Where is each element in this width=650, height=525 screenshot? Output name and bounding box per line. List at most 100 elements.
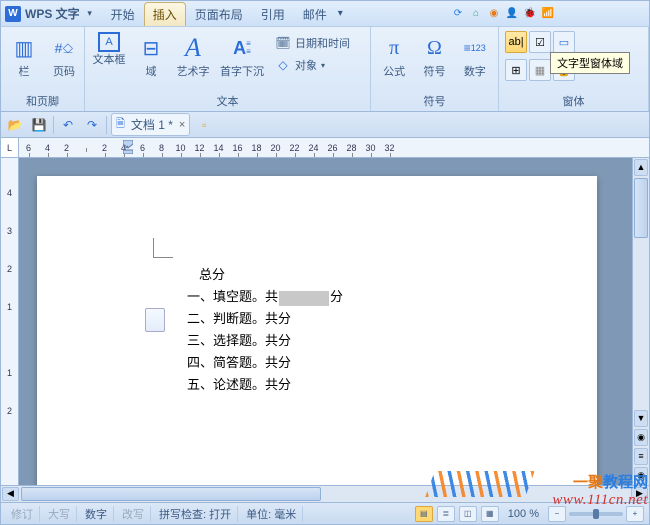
column-icon: ▥: [8, 32, 40, 64]
scroll-thumb-h[interactable]: [21, 487, 321, 501]
ruler-tick: 24: [304, 143, 323, 153]
number-button[interactable]: ≡123 数字: [456, 29, 494, 81]
view-print-layout[interactable]: ▤: [415, 506, 433, 522]
object-button[interactable]: ◇ 对象 ▾: [271, 55, 354, 75]
checkbox-form-field-button[interactable]: ☑: [529, 31, 551, 53]
document-viewport[interactable]: 总分 一、填空题。共分二、判断题。共分三、选择题。共分四、简答题。共分五、论述题…: [19, 158, 632, 485]
watermark-brand-2: 教程网: [603, 474, 648, 491]
wordart-label: 艺术字: [177, 66, 210, 78]
equation-label: 公式: [383, 66, 405, 78]
symbol-button[interactable]: Ω 符号: [415, 29, 453, 81]
ribbon-group-symbol: π 公式 Ω 符号 ≡123 数字 符号: [371, 27, 499, 111]
status-caps[interactable]: 大写: [42, 506, 77, 522]
view-draft[interactable]: ▦: [481, 506, 499, 522]
number-icon: ≡123: [459, 32, 491, 64]
status-overwrite[interactable]: 改写: [116, 506, 151, 522]
globe-icon[interactable]: ◉: [487, 7, 501, 21]
status-track-changes[interactable]: 修订: [5, 506, 40, 522]
dropcap-button[interactable]: A≡≡ 首字下沉: [215, 29, 269, 81]
document-workspace: 432112 总分 一、填空题。共分二、判断题。共分三、选择题。共分四、简答题。…: [0, 158, 650, 486]
zoom-slider-thumb[interactable]: [593, 509, 599, 519]
form-field[interactable]: [279, 291, 329, 306]
field-button[interactable]: ⊟ 域: [131, 29, 171, 81]
watermark: 一聚教程网 www.111cn.net: [552, 471, 648, 509]
doc-line: 三、选择题。共分: [187, 330, 597, 352]
new-tab-button[interactable]: ▫: [194, 115, 214, 135]
scroll-up-button[interactable]: ▲: [634, 159, 648, 176]
zoom-slider[interactable]: [569, 512, 623, 516]
form-shading-button[interactable]: ▦: [529, 59, 551, 81]
ruler-tick: 30: [361, 143, 380, 153]
vertical-ruler[interactable]: 432112: [1, 158, 19, 485]
dropdown-form-field-button[interactable]: ▭: [553, 31, 575, 53]
ruler-tick: 3: [7, 226, 12, 236]
ruler-tick: 2: [7, 264, 12, 274]
ribbon-group-text: A 文本框 ⊟ 域 A 艺术字 A≡≡ 首字下沉 🗓 日期和时间: [85, 27, 371, 111]
app-icon: W: [5, 6, 21, 22]
save-button[interactable]: 💾: [29, 115, 49, 135]
ruler-tick: 26: [323, 143, 342, 153]
tab-start[interactable]: 开始: [102, 2, 144, 26]
ruler-tick: 18: [247, 143, 266, 153]
scroll-left-button[interactable]: ◀: [2, 487, 19, 501]
ruler-tick: 10: [171, 143, 190, 153]
view-web[interactable]: ◫: [459, 506, 477, 522]
text-field-icon: ab|: [508, 36, 523, 48]
tab-insert[interactable]: 插入: [144, 2, 186, 26]
indent-marker[interactable]: [123, 140, 133, 154]
tooltip-text-form-field: 文字型窗体域: [550, 52, 630, 74]
bug-icon[interactable]: 🐞: [523, 7, 537, 21]
zoom-level[interactable]: 100 %: [502, 508, 545, 520]
close-tab-button[interactable]: ×: [179, 119, 185, 131]
scroll-thumb-v[interactable]: [634, 178, 648, 238]
menu-overflow-icon[interactable]: ▾: [338, 8, 343, 19]
ruler-tick: 6: [133, 143, 152, 153]
signal-icon[interactable]: 📶: [541, 7, 555, 21]
doc-line: 一、填空题。共分: [187, 286, 597, 308]
pi-icon: π: [378, 32, 410, 64]
redo-button[interactable]: ↷: [82, 115, 102, 135]
new-doc-icon: ▫: [202, 118, 206, 132]
status-unit[interactable]: 单位: 毫米: [240, 506, 303, 522]
horizontal-ruler[interactable]: L 6422468101214161820222426283032: [0, 138, 650, 158]
undo-button[interactable]: ↶: [58, 115, 78, 135]
equation-button[interactable]: π 公式: [375, 29, 413, 81]
separator: [53, 116, 54, 134]
doc-line: 五、论述题。共分: [187, 374, 597, 396]
group-label-symbol: 符号: [375, 91, 494, 111]
page-number-button[interactable]: #⎐ 页码: [45, 29, 83, 81]
number-label: 数字: [464, 66, 486, 78]
refresh-icon[interactable]: ⟳: [451, 7, 465, 21]
tab-reference[interactable]: 引用: [252, 2, 294, 26]
column-break-button[interactable]: ▥ 栏: [5, 29, 43, 81]
form-options-button[interactable]: ⊞: [505, 59, 527, 81]
field-icon: ⊟: [135, 32, 167, 64]
page[interactable]: 总分 一、填空题。共分二、判断题。共分三、选择题。共分四、简答题。共分五、论述题…: [37, 176, 597, 485]
wordart-button[interactable]: A 艺术字: [173, 29, 213, 81]
tab-layout[interactable]: 页面布局: [186, 2, 252, 26]
object-label: 对象: [295, 57, 317, 73]
textbox-button[interactable]: A 文本框: [89, 29, 129, 69]
user-icon[interactable]: 👤: [505, 7, 519, 21]
browse-object-button[interactable]: ≡: [634, 448, 648, 465]
text-form-field-button[interactable]: ab|: [505, 31, 527, 53]
datetime-button[interactable]: 🗓 日期和时间: [271, 33, 354, 53]
tab-mail[interactable]: 邮件: [294, 2, 336, 26]
prev-page-button[interactable]: ◉: [634, 429, 648, 446]
home-icon[interactable]: ⌂: [469, 7, 483, 21]
scroll-down-button[interactable]: ▼: [634, 410, 648, 427]
redo-icon: ↷: [87, 118, 97, 132]
doc-line: 二、判断题。共分: [187, 308, 597, 330]
group-label-header-footer: 和页脚: [5, 91, 80, 111]
status-num[interactable]: 数字: [79, 506, 114, 522]
field-label: 域: [146, 66, 157, 78]
app-menu-dropdown[interactable]: ▾: [84, 8, 96, 19]
status-spellcheck[interactable]: 拼写检查: 打开: [153, 506, 238, 522]
group-label-form: 窗体: [503, 91, 644, 111]
vertical-scrollbar[interactable]: ▲ ▼ ◉ ≡ ◉: [632, 158, 649, 485]
open-button[interactable]: 📂: [5, 115, 25, 135]
document-tab[interactable]: 🗎 文档 1 * ×: [111, 113, 190, 136]
ruler-tick: 14: [209, 143, 228, 153]
view-outline[interactable]: ≣: [437, 506, 455, 522]
folder-open-icon: 📂: [8, 118, 23, 132]
